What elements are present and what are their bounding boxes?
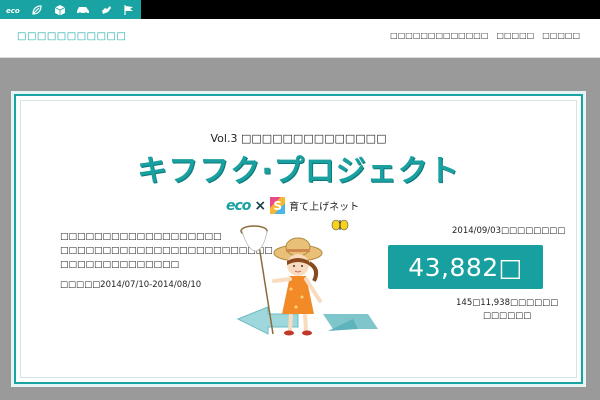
nav-link-3[interactable]: □□□□□ xyxy=(542,31,580,40)
project-description: □□□□□□□□□□□□□□□□□□□ □□□□□□□□□□□□□□□□□□□□… xyxy=(60,230,273,272)
site-icon-strip: eco xyxy=(0,0,141,19)
girl-with-net-illustration xyxy=(236,219,378,336)
site-header: □□□□□□□□□□□ □□□□□□□□□□□□□ □□□□□ □□□□□ xyxy=(0,19,600,58)
counter-as-of-date: 2014/09/03□□□□□□□□ xyxy=(452,226,566,236)
hand-icon[interactable] xyxy=(94,0,117,19)
description-line-2: □□□□□□□□□□□□□□□□□□□□□□□□□ xyxy=(60,246,273,256)
project-period: □□□□□2014/07/10-2014/08/10 xyxy=(60,280,202,290)
car-icon[interactable] xyxy=(71,0,94,19)
project-subtitle: Vol.3 □□□□□□□□□□□□□□ xyxy=(210,132,387,145)
partner-name: 育て上げネット xyxy=(289,202,360,213)
flag-icon[interactable] xyxy=(117,0,140,19)
counter-note-2: □□□□□□ xyxy=(483,311,532,321)
header-nav: □□□□□□□□□□□□□ □□□□□ □□□□□ xyxy=(390,31,580,40)
project-hero-panel: Vol.3 □□□□□□□□□□□□□□ キフフク·プロジェクト eco × S… xyxy=(14,94,583,384)
project-title: キフフク·プロジェクト xyxy=(137,154,460,189)
description-line-1: □□□□□□□□□□□□□□□□□□□ xyxy=(60,232,222,242)
nav-link-1[interactable]: □□□□□□□□□□□□□ xyxy=(390,31,488,40)
eco-icon[interactable]: eco xyxy=(0,0,25,19)
sodate-logo-icon: S xyxy=(270,197,286,214)
top-bar: eco xyxy=(0,0,600,19)
eco-logo: eco xyxy=(226,197,251,214)
donation-counter: 43,882□ xyxy=(388,245,543,289)
svg-text:eco: eco xyxy=(6,7,20,14)
counter-note: 145□11,938□□□□□□ xyxy=(456,298,559,308)
collab-cross: × xyxy=(254,197,267,214)
leaf-icon[interactable] xyxy=(25,0,48,19)
box-icon[interactable] xyxy=(48,0,71,19)
description-line-3: □□□□□□□□□□□□□□ xyxy=(60,260,180,270)
nav-link-2[interactable]: □□□□□ xyxy=(496,31,534,40)
site-title-link[interactable]: □□□□□□□□□□□ xyxy=(17,31,126,42)
partner-logos: eco × S 育て上げネット xyxy=(226,197,359,214)
